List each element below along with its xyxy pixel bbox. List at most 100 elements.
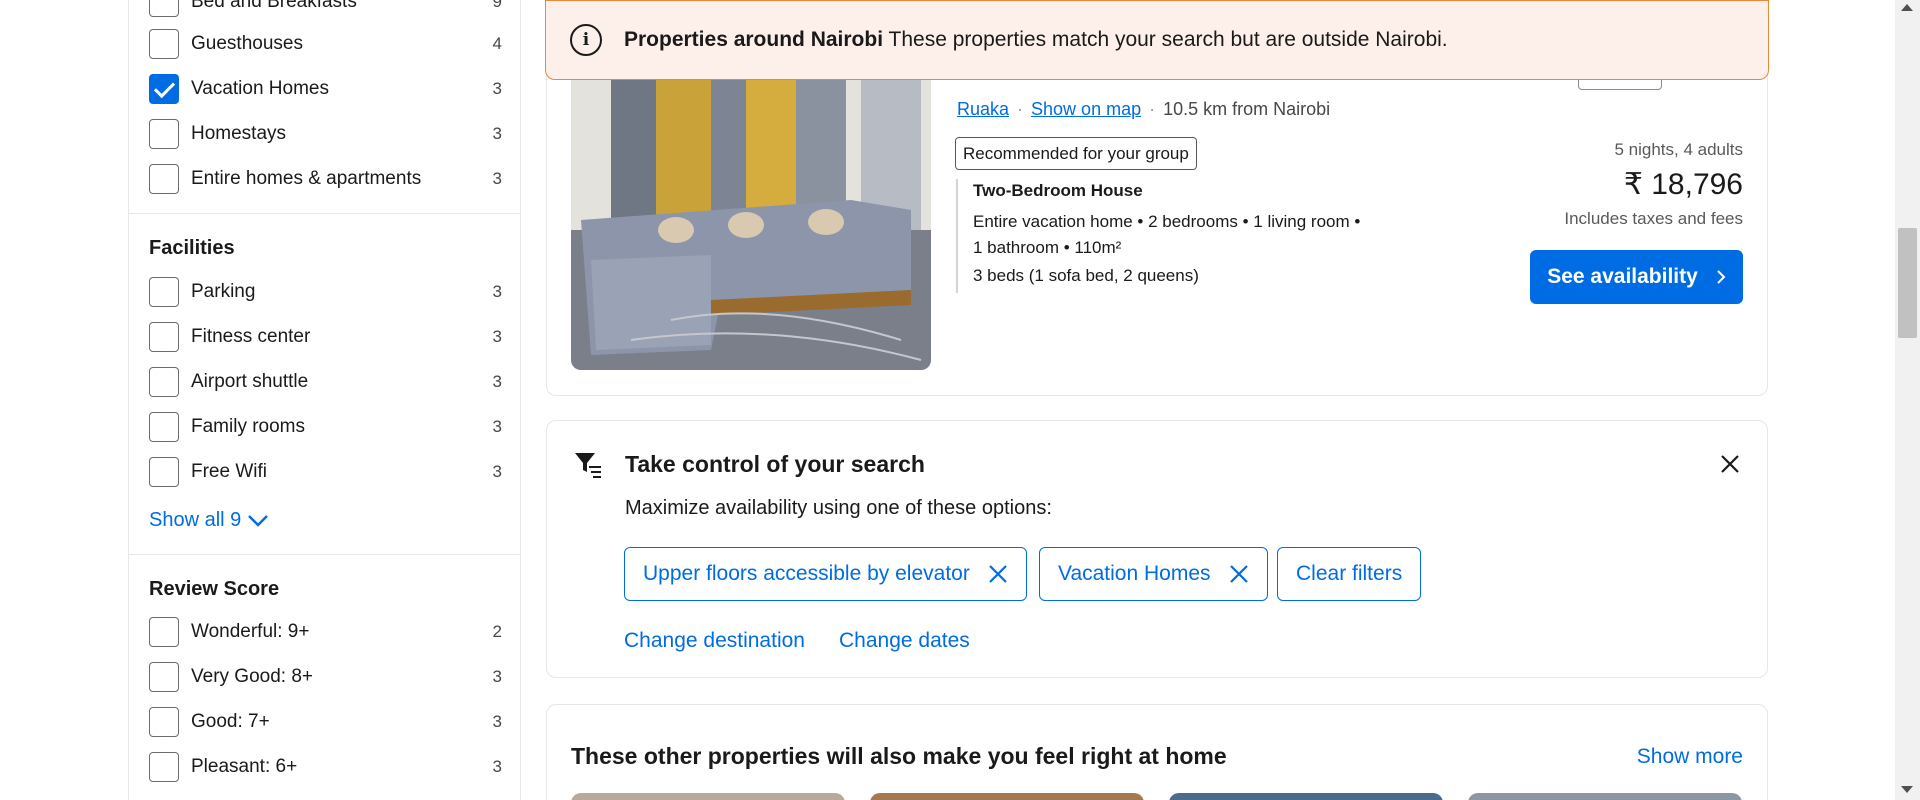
property-thumb[interactable] <box>870 793 1144 800</box>
filter-bed-and-breakfasts[interactable]: Bed and Breakfasts 9 <box>149 0 502 18</box>
see-availability-label: See availability <box>1547 265 1698 288</box>
banner-title: Properties around Nairobi <box>624 28 884 51</box>
chevron-right-icon <box>1717 270 1726 284</box>
chip-upper-floors[interactable]: Upper floors accessible by elevator <box>624 547 1027 601</box>
filter-label: Parking <box>191 281 256 302</box>
checkbox[interactable] <box>149 752 179 782</box>
unit-name: Two-Bedroom House <box>973 181 1143 200</box>
filter-label: Wonderful: 9+ <box>191 621 310 642</box>
filter-family-rooms[interactable]: Family rooms 3 <box>149 411 502 443</box>
filter-label: Entire homes & apartments <box>191 168 422 189</box>
checkbox[interactable] <box>149 707 179 737</box>
filter-label: Very Good: 8+ <box>191 666 313 687</box>
scroll-up-icon[interactable] <box>1901 4 1913 11</box>
filter-wonderful[interactable]: Wonderful: 9+ 2 <box>149 616 502 648</box>
filter-parking[interactable]: Parking 3 <box>149 276 502 308</box>
banner-text: Properties around Nairobi These properti… <box>624 28 1448 52</box>
filter-label: Family rooms <box>191 416 306 437</box>
chip-vacation-homes[interactable]: Vacation Homes <box>1039 547 1268 601</box>
distance-text: 10.5 km from Nairobi <box>1163 99 1331 119</box>
checkbox[interactable] <box>149 367 179 397</box>
filter-count: 3 <box>492 712 502 731</box>
checkbox[interactable] <box>149 322 179 352</box>
price: ₹ 18,796 <box>1623 168 1743 201</box>
change-dates-link[interactable]: Change dates <box>839 629 970 653</box>
filter-airport-shuttle[interactable]: Airport shuttle 3 <box>149 366 502 398</box>
unit-desc-2: 1 bathroom • 110m² <box>973 238 1122 257</box>
checkbox[interactable] <box>149 617 179 647</box>
filter-free-wifi[interactable]: Free Wifi 3 <box>149 456 502 488</box>
location-row: Ruaka · Show on map · 10.5 km from Nairo… <box>957 99 1330 120</box>
outside-area-banner: i Properties around Nairobi These proper… <box>545 0 1769 80</box>
filter-label: Fitness center <box>191 326 311 347</box>
location-link[interactable]: Ruaka <box>957 99 1009 120</box>
filter-fitness-center[interactable]: Fitness center 3 <box>149 321 502 353</box>
filter-count: 4 <box>492 34 502 53</box>
show-on-map-link[interactable]: Show on map <box>1031 99 1141 120</box>
filter-label: Pleasant: 6+ <box>191 756 298 777</box>
checkbox-checked[interactable] <box>149 74 179 104</box>
clear-filters-label: Clear filters <box>1296 562 1403 585</box>
filter-guesthouses[interactable]: Guesthouses 4 <box>149 28 502 60</box>
divider <box>129 554 520 555</box>
filter-count: 3 <box>492 124 502 143</box>
checkbox[interactable] <box>149 277 179 307</box>
property-thumb[interactable] <box>571 793 845 800</box>
change-destination-link[interactable]: Change destination <box>624 629 805 653</box>
info-icon: i <box>570 24 602 56</box>
filter-very-good[interactable]: Very Good: 8+ 3 <box>149 661 502 693</box>
close-icon[interactable] <box>988 564 1008 584</box>
facilities-title: Facilities <box>149 237 235 259</box>
other-properties-card: These other properties will also make yo… <box>546 704 1768 800</box>
clear-filters-button[interactable]: Clear filters <box>1277 547 1422 601</box>
checkbox[interactable] <box>149 412 179 442</box>
filter-count: 2 <box>492 622 502 641</box>
close-icon[interactable] <box>1719 453 1741 475</box>
checkbox[interactable] <box>149 119 179 149</box>
see-availability-button[interactable]: See availability <box>1530 250 1743 304</box>
filter-label: Homestays <box>191 123 287 144</box>
chip-label: Vacation Homes <box>1058 562 1211 585</box>
taxes-info: Includes taxes and fees <box>1564 209 1743 228</box>
filter-label: Bed and Breakfasts <box>191 0 357 12</box>
checkbox[interactable] <box>149 164 179 194</box>
scrollbar-track[interactable] <box>1895 0 1920 800</box>
show-all-facilities-link[interactable]: Show all 9 <box>149 509 269 532</box>
filter-good[interactable]: Good: 7+ 3 <box>149 706 502 738</box>
show-all-label: Show all 9 <box>149 509 242 531</box>
filter-homestays[interactable]: Homestays 3 <box>149 118 502 150</box>
scroll-down-icon[interactable] <box>1901 786 1913 793</box>
checkbox[interactable] <box>149 662 179 692</box>
unit-desc-1: Entire vacation home • 2 bedrooms • 1 li… <box>973 212 1361 231</box>
filter-icon <box>575 453 601 478</box>
checkbox[interactable] <box>149 457 179 487</box>
checkbox[interactable] <box>149 0 179 17</box>
take-control-title: Take control of your search <box>625 451 925 477</box>
close-icon[interactable] <box>1229 564 1249 584</box>
recommended-badge: Recommended for your group <box>955 137 1197 170</box>
unit-divider <box>956 179 958 293</box>
checkbox[interactable] <box>149 29 179 59</box>
filter-count: 3 <box>492 462 502 481</box>
scrollbar-thumb[interactable] <box>1898 228 1917 338</box>
filter-pleasant[interactable]: Pleasant: 6+ 3 <box>149 751 502 783</box>
filter-count: 3 <box>492 282 502 301</box>
property-thumb[interactable] <box>1468 793 1742 800</box>
show-more-link[interactable]: Show more <box>1637 745 1743 769</box>
filter-count: 3 <box>492 372 502 391</box>
banner-message: These properties match your search but a… <box>888 28 1448 51</box>
filter-vacation-homes[interactable]: Vacation Homes 3 <box>149 73 502 105</box>
filter-count: 3 <box>492 417 502 436</box>
property-thumb[interactable] <box>1169 793 1443 800</box>
filter-label: Vacation Homes <box>191 78 329 99</box>
filters-sidebar: Bed and Breakfasts 9 Guesthouses 4 Vacat… <box>128 0 521 800</box>
chip-label: Upper floors accessible by elevator <box>643 562 970 585</box>
filter-count: 3 <box>492 667 502 686</box>
divider <box>129 213 520 214</box>
filter-entire-homes[interactable]: Entire homes & apartments 3 <box>149 163 502 195</box>
filter-count: 3 <box>492 327 502 346</box>
filter-count: 3 <box>492 79 502 98</box>
filter-label: Good: 7+ <box>191 711 270 732</box>
filter-label: Free Wifi <box>191 461 267 482</box>
beds-text: 3 beds (1 sofa bed, 2 queens) <box>973 266 1199 285</box>
